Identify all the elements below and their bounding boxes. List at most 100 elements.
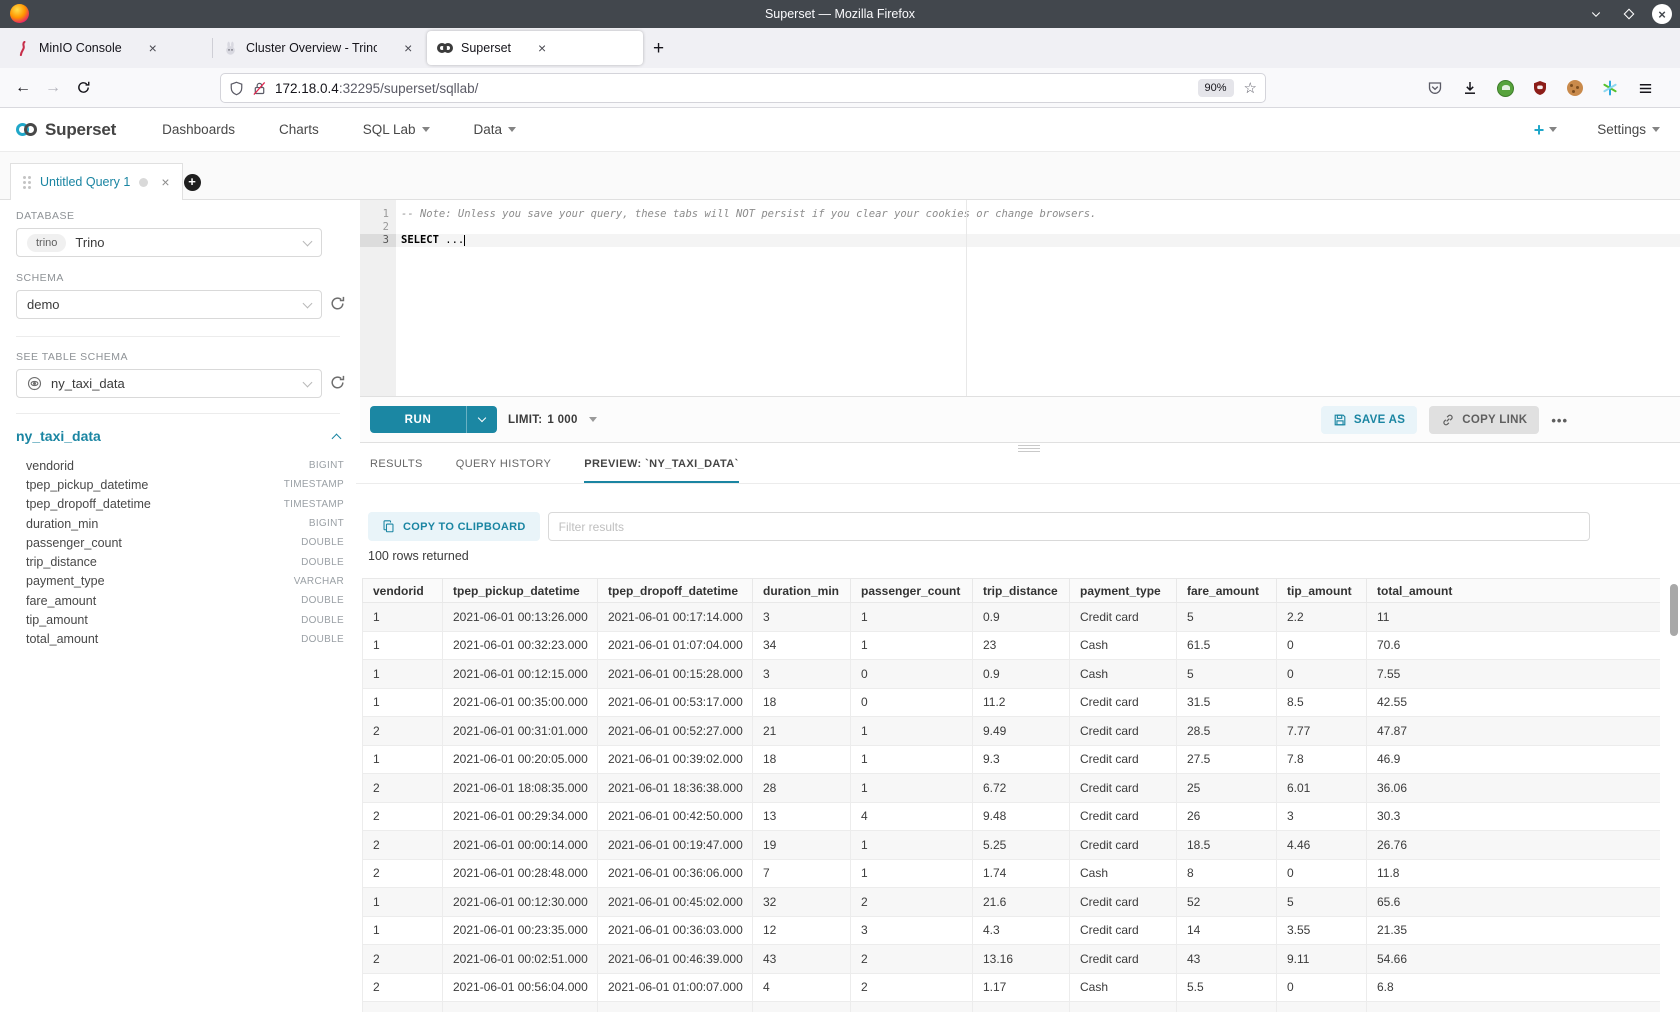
cookie-icon[interactable] [1566, 79, 1584, 97]
new-query-tab-button[interactable]: + [180, 170, 204, 194]
query-tab-label: Untitled Query 1 [40, 175, 130, 189]
column-header[interactable]: vendorid [363, 579, 443, 603]
drag-handle-icon[interactable] [23, 176, 31, 189]
ublock-shield-icon[interactable] [1531, 79, 1549, 97]
schema-select[interactable]: demo [16, 290, 322, 319]
tab-query-history[interactable]: QUERY HISTORY [456, 455, 551, 483]
column-header[interactable]: tpep_pickup_datetime [443, 579, 598, 603]
browser-tab-superset[interactable]: Superset × [427, 31, 643, 65]
run-button[interactable]: RUN [370, 406, 497, 433]
table-cell: 1 [363, 688, 443, 717]
table-row: 12021-06-01 00:12:15.0002021-06-01 00:15… [363, 660, 1661, 689]
column-header[interactable]: passenger_count [851, 579, 973, 603]
new-tab-button[interactable]: + [653, 38, 664, 60]
column-type: TIMESTAMP [284, 479, 344, 490]
sql-keyword: SELECT [401, 234, 439, 246]
run-label: RUN [370, 414, 466, 426]
column-header[interactable]: trip_distance [973, 579, 1070, 603]
pocket-icon[interactable] [1426, 79, 1444, 97]
column-type: VARCHAR [294, 576, 344, 587]
zoom-level-badge[interactable]: 90% [1198, 79, 1234, 97]
vertical-scrollbar-thumb[interactable] [1670, 584, 1678, 636]
filter-results-input[interactable] [548, 512, 1590, 541]
refresh-schema-icon[interactable] [329, 295, 347, 313]
back-button[interactable]: ← [8, 79, 38, 97]
nav-item-charts[interactable]: Charts [279, 122, 319, 137]
tab-results[interactable]: RESULTS [370, 455, 423, 483]
column-header[interactable]: payment_type [1070, 579, 1177, 603]
bookmark-star-icon[interactable]: ☆ [1244, 79, 1257, 97]
table-cell: 2021-06-01 00:00:14.000 [443, 831, 598, 860]
table-cell: 28 [753, 774, 851, 803]
tab-close-icon[interactable]: × [399, 40, 417, 56]
tab-close-icon[interactable]: × [144, 40, 162, 56]
query-tabstrip: Untitled Query 1 × + [0, 152, 1680, 200]
nav-item-dashboards[interactable]: Dashboards [162, 122, 235, 137]
table-cell: 3 [851, 916, 973, 945]
refresh-table-icon[interactable] [329, 374, 347, 392]
table-schema-title[interactable]: ny_taxi_data [16, 428, 101, 444]
add-new-button[interactable]: + [1534, 121, 1558, 139]
table-select[interactable]: ny_taxi_data [16, 369, 322, 398]
forward-button[interactable]: → [38, 79, 68, 97]
save-as-button[interactable]: SAVE AS [1321, 406, 1417, 434]
results-table-header-row: vendoridtpep_pickup_datetimetpep_dropoff… [363, 579, 1661, 603]
table-column-row: trip_distanceDOUBLE [0, 552, 356, 571]
column-header[interactable]: tip_amount [1277, 579, 1367, 603]
table-cell [598, 1002, 753, 1012]
chevron-down-icon [589, 417, 597, 422]
url-text[interactable]: 172.18.0.4:32295/superset/sqllab/ [275, 81, 478, 96]
window-maximize-button[interactable] [1619, 4, 1639, 24]
sql-editor[interactable]: 1 2 3 -- Note: Unless you save your quer… [360, 200, 1680, 397]
reload-button[interactable] [68, 80, 98, 95]
database-type-badge: trino [27, 234, 66, 252]
column-header[interactable]: tpep_dropoff_datetime [598, 579, 753, 603]
table-cell: 1 [851, 859, 973, 888]
database-select[interactable]: trino Trino [16, 228, 322, 257]
privacy-badger-icon[interactable] [1496, 79, 1514, 97]
limit-dropdown[interactable]: LIMIT: 1 000 [508, 406, 597, 433]
settings-menu[interactable]: Settings [1597, 122, 1660, 137]
column-header[interactable]: fare_amount [1177, 579, 1277, 603]
table-column-row: total_amountDOUBLE [0, 630, 356, 649]
table-cell: 2021-06-01 00:39:02.000 [598, 745, 753, 774]
tab-preview[interactable]: PREVIEW: `NY_TAXI_DATA` [584, 455, 738, 483]
query-tab-active[interactable]: Untitled Query 1 × [10, 163, 183, 200]
url-bar[interactable]: 172.18.0.4:32295/superset/sqllab/ 90% ☆ [220, 73, 1266, 103]
table-cell: 5.5 [1177, 973, 1277, 1002]
run-options-chevron[interactable] [467, 418, 497, 421]
sql-text: ... [439, 234, 464, 246]
pane-resize-handle[interactable] [1018, 445, 1040, 454]
nav-item-data[interactable]: Data [474, 122, 517, 137]
copy-to-clipboard-button[interactable]: COPY TO CLIPBOARD [368, 512, 540, 541]
print-margin-line [966, 200, 967, 396]
insecure-lock-icon[interactable] [252, 81, 267, 96]
table-cell: 9.48 [973, 802, 1070, 831]
table-cell: 7 [753, 859, 851, 888]
tab-close-icon[interactable]: × [533, 40, 551, 56]
more-options-button[interactable]: ••• [1551, 413, 1568, 428]
shield-icon[interactable] [229, 81, 244, 96]
copy-link-button[interactable]: COPY LINK [1429, 406, 1539, 434]
window-close-button[interactable]: × [1652, 4, 1672, 24]
download-icon[interactable] [1461, 79, 1479, 97]
window-minimize-button[interactable] [1586, 4, 1606, 24]
table-cell: Credit card [1070, 945, 1177, 974]
editor-code[interactable]: -- Note: Unless you save your query, the… [396, 200, 1680, 396]
tab-title: Superset [461, 41, 511, 55]
menu-hamburger-icon[interactable] [1636, 79, 1654, 97]
column-header[interactable]: total_amount [1367, 579, 1661, 603]
nav-item-sql-lab[interactable]: SQL Lab [363, 122, 430, 137]
table-cell: 11.8 [1367, 859, 1661, 888]
superset-logo[interactable]: Superset [16, 120, 116, 140]
extension-asterisk-icon[interactable] [1601, 79, 1619, 97]
browser-tab-trino[interactable]: Cluster Overview - Trino × [213, 31, 427, 65]
table-cell: 0 [1277, 631, 1367, 660]
browser-tab-minio[interactable]: MinIO Console × [6, 31, 212, 65]
copy-to-clipboard-label: COPY TO CLIPBOARD [403, 521, 526, 533]
query-tab-close-icon[interactable]: × [161, 174, 169, 190]
copy-icon [382, 520, 395, 533]
column-header[interactable]: duration_min [753, 579, 851, 603]
chevron-up-icon[interactable] [332, 433, 342, 443]
table-cell: 3 [753, 603, 851, 632]
